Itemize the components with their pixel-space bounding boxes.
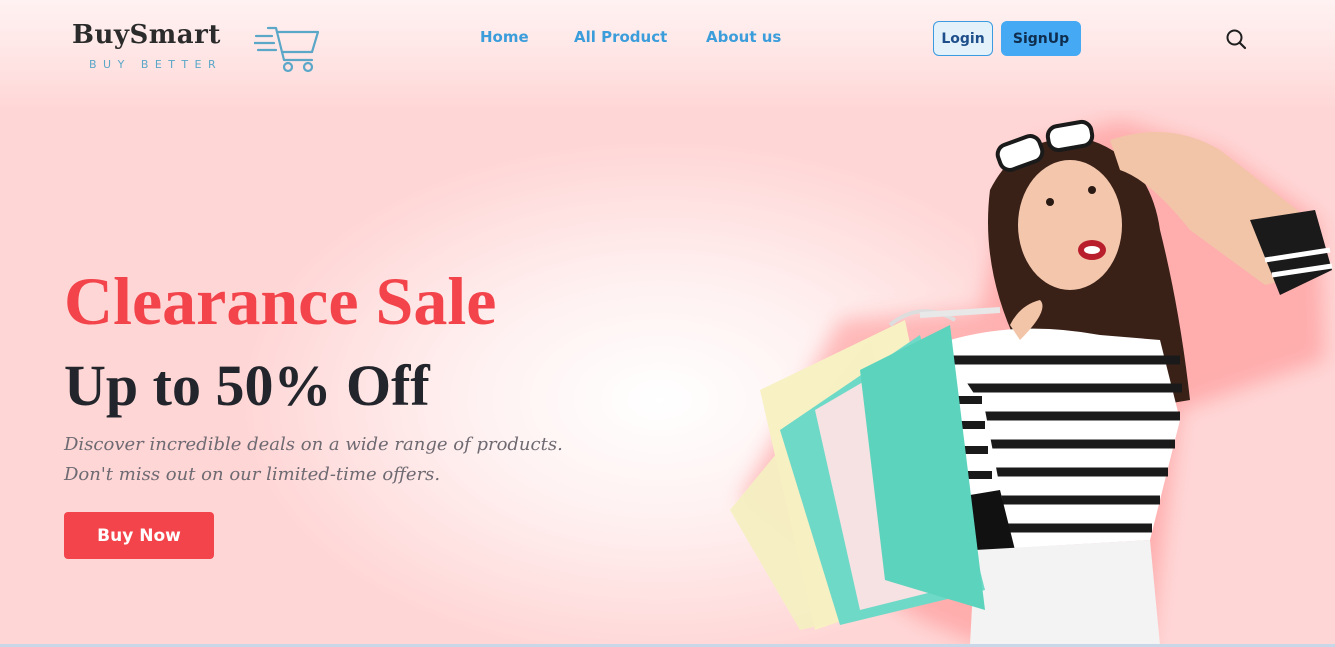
nav-home[interactable]: Home <box>480 28 529 46</box>
brand-logo[interactable]: BuySmart BUY BETTER <box>72 20 322 76</box>
brand-name: BuySmart <box>72 20 221 50</box>
hero-description: Discover incredible deals on a wide rang… <box>64 434 563 485</box>
hero-title: Clearance Sale <box>64 263 497 339</box>
login-button[interactable]: Login <box>933 21 993 56</box>
shopping-cart-icon <box>254 26 320 73</box>
nav-all-product[interactable]: All Product <box>574 28 667 46</box>
hero-image-woman-with-shopping-bags <box>730 119 1333 645</box>
buy-now-button[interactable]: Buy Now <box>64 512 214 559</box>
brand-tagline: BUY BETTER <box>89 58 223 71</box>
search-icon[interactable] <box>1224 27 1248 51</box>
hero-subtitle: Up to 50% Off <box>64 353 430 418</box>
nav-about-us[interactable]: About us <box>706 28 781 46</box>
site-header: BuySmart BUY BETTER Home All Product Abo… <box>0 0 1335 78</box>
signup-button[interactable]: SignUp <box>1001 21 1081 56</box>
